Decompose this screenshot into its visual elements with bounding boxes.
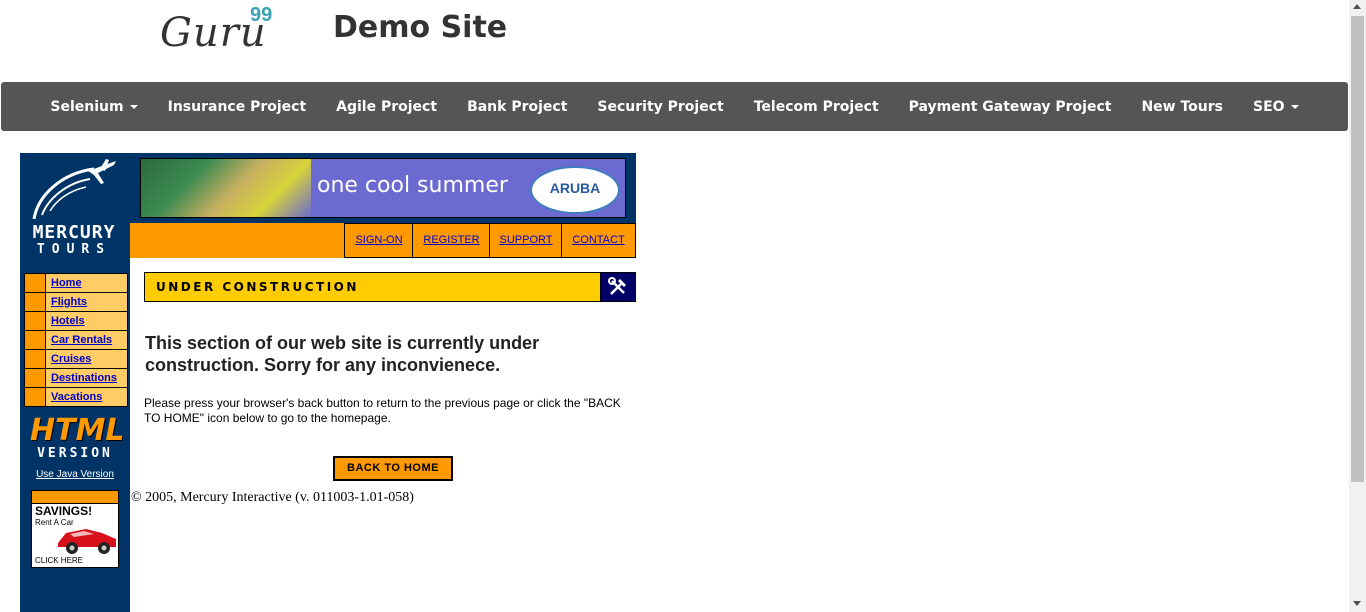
caret-down-icon [129, 104, 138, 109]
nav-insurance-project[interactable]: Insurance Project [153, 99, 322, 115]
savings-ad-bar [32, 491, 118, 504]
under-construction-paragraph: Please press your browser's back button … [144, 396, 621, 425]
side-nav-row: Hotels [25, 312, 127, 330]
html-badge-small: VERSION [37, 446, 113, 461]
guru99-logo[interactable]: Guru 99 [160, 4, 290, 56]
side-navigation: Home Flights Hotels Car Rentals Cruises … [24, 273, 128, 407]
scroll-up-arrow-icon[interactable] [1353, 4, 1361, 9]
under-construction-title: UNDER CONSTRUCTION [156, 280, 359, 294]
side-nav-row: Flights [25, 293, 127, 311]
aruba-logo: ARUBA [530, 166, 620, 214]
side-nav-row: Destinations [25, 369, 127, 387]
bullet-square [25, 312, 45, 330]
sign-on-link[interactable]: SIGN-ON [344, 223, 413, 258]
side-link-vacations[interactable]: Vacations [46, 388, 127, 406]
caret-down-icon [1290, 104, 1299, 109]
bullet-square [25, 388, 45, 406]
side-link-flights[interactable]: Flights [46, 293, 127, 311]
plane-logo-icon [32, 159, 116, 220]
bullet-square [25, 274, 45, 292]
mercury-sidebar: MERCURY TOURS Home Flights Hotels Car Re… [20, 153, 130, 612]
main-navbar: Selenium Insurance Project Agile Project… [1, 82, 1348, 131]
savings-title: SAVINGS! [35, 504, 93, 518]
savings-ad[interactable]: SAVINGS! Rent A Car CLICK HERE [31, 490, 119, 568]
back-to-home-button[interactable]: BACK TO HOME [333, 456, 453, 481]
mercury-tours-frame: MERCURY TOURS Home Flights Hotels Car Re… [20, 153, 636, 612]
side-nav-row: Cruises [25, 350, 127, 368]
nav-security-project[interactable]: Security Project [582, 99, 738, 115]
nav-telecom-project[interactable]: Telecom Project [739, 99, 894, 115]
banner-area: one cool summer ARUBA [130, 153, 636, 223]
tools-icon [600, 273, 635, 301]
html-badge-big: HTML [30, 413, 125, 448]
side-link-home[interactable]: Home [46, 274, 127, 292]
mercury-tours-logo[interactable]: MERCURY TOURS [24, 157, 124, 263]
contact-link[interactable]: CONTACT [561, 223, 636, 258]
top-links-bar: SIGN-ON REGISTER SUPPORT CONTACT [130, 223, 636, 258]
bullet-square [25, 293, 45, 311]
side-link-hotels[interactable]: Hotels [46, 312, 127, 330]
banner-photo [141, 159, 311, 217]
side-link-cruises[interactable]: Cruises [46, 350, 127, 368]
side-nav-row: Home [25, 274, 127, 292]
bullet-square [25, 350, 45, 368]
nav-seo[interactable]: SEO [1238, 99, 1314, 115]
vertical-scrollbar[interactable] [1349, 0, 1366, 612]
site-title: Demo Site [333, 10, 508, 45]
mercury-logo-line1: MERCURY [32, 222, 116, 243]
savings-click-here: CLICK HERE [35, 556, 84, 565]
mercury-logo-line2: TOURS [36, 242, 112, 257]
under-construction-bar: UNDER CONSTRUCTION [144, 272, 636, 302]
aruba-logo-text: ARUBA [549, 180, 601, 196]
support-link[interactable]: SUPPORT [489, 223, 562, 258]
bullet-square [25, 331, 45, 349]
use-java-version-link[interactable]: Use Java Version [24, 469, 126, 480]
under-construction-heading: This section of our web site is currentl… [145, 333, 540, 375]
nav-selenium[interactable]: Selenium [35, 99, 152, 115]
side-link-destinations[interactable]: Destinations [46, 369, 127, 387]
html-version-badge: HTML VERSION [30, 413, 125, 461]
car-icon [58, 529, 116, 554]
bullet-square [25, 369, 45, 387]
nav-agile-project[interactable]: Agile Project [321, 99, 452, 115]
copyright-text: © 2005, Mercury Interactive (v. 011003-1… [131, 490, 414, 505]
side-link-car-rentals[interactable]: Car Rentals [46, 331, 127, 349]
nav-payment-gateway-project[interactable]: Payment Gateway Project [894, 99, 1127, 115]
side-nav-row: Vacations [25, 388, 127, 406]
logo-superscript: 99 [250, 4, 273, 26]
scroll-down-arrow-icon[interactable] [1353, 601, 1361, 606]
side-nav-row: Car Rentals [25, 331, 127, 349]
nav-bank-project[interactable]: Bank Project [452, 99, 582, 115]
aruba-banner[interactable]: one cool summer ARUBA [140, 158, 626, 218]
register-link[interactable]: REGISTER [412, 223, 490, 258]
scroll-thumb[interactable] [1351, 16, 1364, 482]
nav-new-tours[interactable]: New Tours [1126, 99, 1238, 115]
banner-text: one cool summer [317, 173, 508, 198]
